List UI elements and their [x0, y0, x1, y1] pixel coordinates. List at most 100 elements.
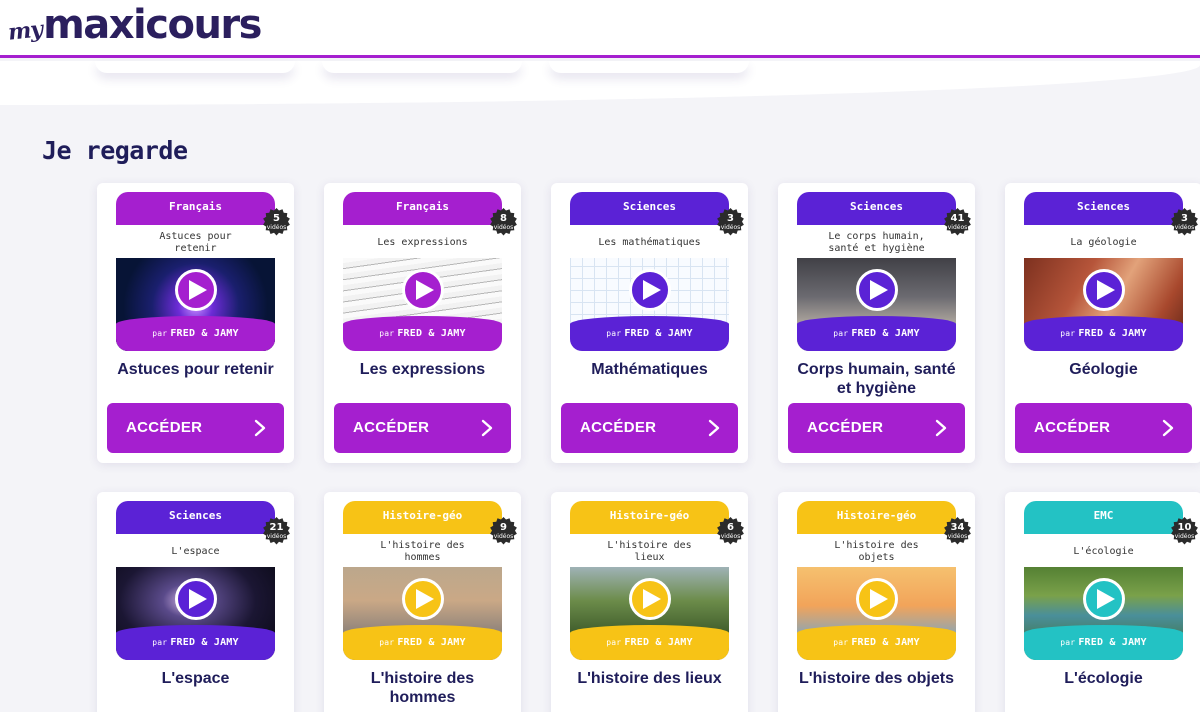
chevron-right-icon [1162, 419, 1174, 437]
presenter-label: par FRED & JAMY [152, 328, 239, 339]
subject-label: Histoire-géo [836, 509, 917, 522]
video-count-badge: 8 vidéos [489, 208, 518, 237]
subject-label: Sciences [1077, 200, 1130, 213]
video-count: 8 [500, 213, 507, 224]
tab-shadow [549, 61, 749, 73]
video-count-badge: 3 vidéos [1170, 208, 1199, 237]
video-card[interactable]: EMC L'écologie par FRED & JAMY 10 vidéos … [1005, 492, 1200, 712]
video-count-unit: vidéos [947, 533, 968, 540]
video-count: 21 [269, 522, 284, 533]
subject-label: Sciences [850, 200, 903, 213]
video-count: 10 [1177, 522, 1192, 533]
chevron-right-icon [254, 419, 266, 437]
presenter-label: par FRED & JAMY [606, 637, 693, 648]
acceder-button[interactable]: ACCÉDER [1015, 403, 1192, 453]
video-card[interactable]: Sciences L'espace par FRED & JAMY 21 vidé… [97, 492, 294, 712]
video-thumbnail[interactable]: Histoire-géo L'histoire des lieux par FRE… [570, 501, 729, 660]
play-icon[interactable] [856, 269, 898, 311]
video-count: 9 [500, 522, 507, 533]
topic-label: Les mathématiques [570, 225, 729, 258]
video-card[interactable]: Français Les expressions par FRED & JAMY … [324, 183, 521, 463]
acceder-button[interactable]: ACCÉDER [334, 403, 511, 453]
video-thumbnail[interactable]: Français Les expressions par FRED & JAMY [343, 192, 502, 351]
presenter-label: par FRED & JAMY [1060, 328, 1147, 339]
video-thumbnail[interactable]: Sciences Les mathématiques par FRED & JAM… [570, 192, 729, 351]
video-thumbnail[interactable]: Français Astuces pour retenir par FRED & … [116, 192, 275, 351]
video-count-unit: vidéos [720, 533, 741, 540]
presenter-label: par FRED & JAMY [1060, 637, 1147, 648]
play-icon[interactable] [856, 578, 898, 620]
acceder-button[interactable]: ACCÉDER [107, 403, 284, 453]
tab-shadow [322, 61, 522, 73]
video-count-badge: 5 vidéos [262, 208, 291, 237]
video-card[interactable]: Sciences La géologie par FRED & JAMY 3 vi… [1005, 183, 1200, 463]
video-thumbnail[interactable]: Histoire-géo L'histoire des hommes par FR… [343, 501, 502, 660]
video-count-unit: vidéos [493, 224, 514, 231]
video-count-unit: vidéos [266, 533, 287, 540]
play-icon[interactable] [402, 578, 444, 620]
chevron-right-icon [481, 419, 493, 437]
video-count-badge: 3 vidéos [716, 208, 745, 237]
logo-name: maxicours [43, 2, 262, 48]
play-icon[interactable] [1083, 578, 1125, 620]
card-title: Corps humain, santé et hygiène [797, 361, 956, 397]
tab-shadow [95, 61, 295, 73]
video-card[interactable]: Français Astuces pour retenir par FRED & … [97, 183, 294, 463]
acceder-label: ACCÉDER [807, 419, 884, 436]
video-thumbnail[interactable]: Sciences L'espace par FRED & JAMY [116, 501, 275, 660]
topic-label: L'écologie [1024, 534, 1183, 567]
presenter-label: par FRED & JAMY [833, 328, 920, 339]
acceder-button[interactable]: ACCÉDER [788, 403, 965, 453]
video-count: 6 [727, 522, 734, 533]
topic-label: L'espace [116, 534, 275, 567]
acceder-button[interactable]: ACCÉDER [561, 403, 738, 453]
video-card[interactable]: Sciences Le corps humain, santé et hygiè… [778, 183, 975, 463]
play-icon[interactable] [175, 578, 217, 620]
logo-prefix: my [6, 16, 44, 46]
video-count-badge: 10 vidéos [1170, 517, 1199, 546]
maxicours-logo[interactable]: my maxicours [6, 2, 263, 48]
card-title: L'écologie [1064, 670, 1143, 687]
video-count-unit: vidéos [493, 533, 514, 540]
video-card[interactable]: Histoire-géo L'histoire des lieux par FRE… [551, 492, 748, 712]
video-card[interactable]: Histoire-géo L'histoire des hommes par FR… [324, 492, 521, 712]
topic-label: Les expressions [343, 225, 502, 258]
subject-label: Sciences [623, 200, 676, 213]
acceder-label: ACCÉDER [126, 419, 203, 436]
topic-label: L'histoire des objets [797, 534, 956, 567]
card-title: L'histoire des objets [799, 670, 954, 687]
card-title: L'histoire des hommes [370, 670, 475, 706]
play-icon[interactable] [175, 269, 217, 311]
play-icon[interactable] [402, 269, 444, 311]
video-count: 5 [273, 213, 280, 224]
subject-label: Français [169, 200, 222, 213]
video-count-unit: vidéos [1174, 533, 1195, 540]
video-thumbnail[interactable]: EMC L'écologie par FRED & JAMY [1024, 501, 1183, 660]
video-card[interactable]: Histoire-géo L'histoire des objets par FR… [778, 492, 975, 712]
card-title: Géologie [1069, 361, 1138, 378]
card-title: Les expressions [359, 361, 486, 378]
video-thumbnail[interactable]: Sciences La géologie par FRED & JAMY [1024, 192, 1183, 351]
subject-label: Français [396, 200, 449, 213]
top-bar: my maxicours [0, 0, 1200, 58]
video-count-unit: vidéos [1174, 224, 1195, 231]
video-count-unit: vidéos [720, 224, 741, 231]
chevron-right-icon [708, 419, 720, 437]
video-count-badge: 34 vidéos [943, 517, 972, 546]
video-count-unit: vidéos [266, 224, 287, 231]
card-title: Mathématiques [591, 361, 708, 378]
play-icon[interactable] [629, 578, 671, 620]
play-icon[interactable] [1083, 269, 1125, 311]
presenter-label: par FRED & JAMY [606, 328, 693, 339]
topic-label: La géologie [1024, 225, 1183, 258]
play-icon[interactable] [629, 269, 671, 311]
video-count-unit: vidéos [947, 224, 968, 231]
card-title: Astuces pour retenir [117, 361, 274, 378]
video-card[interactable]: Sciences Les mathématiques par FRED & JAM… [551, 183, 748, 463]
video-count: 41 [950, 213, 965, 224]
video-count: 3 [727, 213, 734, 224]
section-title: Je regarde [42, 136, 188, 165]
video-thumbnail[interactable]: Histoire-géo L'histoire des objets par FR… [797, 501, 956, 660]
video-thumbnail[interactable]: Sciences Le corps humain, santé et hygiè… [797, 192, 956, 351]
presenter-label: par FRED & JAMY [379, 637, 466, 648]
